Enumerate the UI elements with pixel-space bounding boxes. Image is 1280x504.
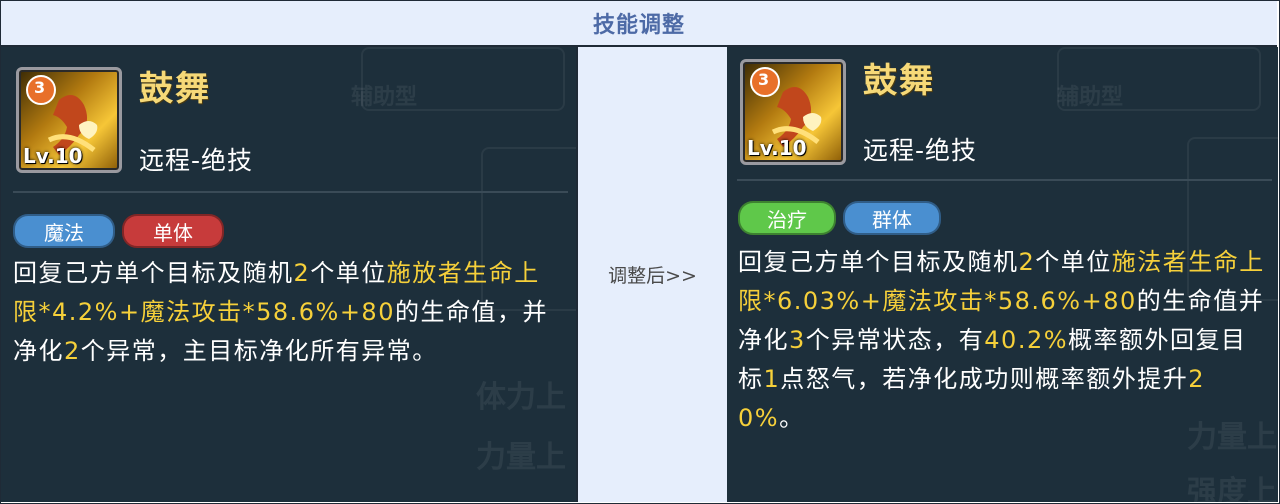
- section-header: 技能调整: [1, 1, 1277, 47]
- section-title: 技能调整: [592, 13, 685, 38]
- desc-text: 个异常，主目标净化所有异常。: [80, 337, 438, 365]
- desc-highlight: 2: [293, 259, 311, 287]
- desc-highlight: 40.2%: [984, 326, 1069, 354]
- desc-text: 点怒气，若净化成功则概率额外提升: [780, 365, 1189, 393]
- tag-heal: 治疗: [738, 201, 836, 235]
- skill-card-before: 辅助型 体力上 力量上 Lv.10 3 鼓舞 远程-绝技 魔法 单体 回复己方单…: [1, 47, 576, 502]
- tag-group: 群体: [843, 201, 941, 235]
- skill-badge: 3: [758, 70, 770, 89]
- skill-type: 远程-绝技: [863, 136, 978, 165]
- skill-icon[interactable]: Lv.10 3: [740, 59, 846, 165]
- skill-name: 鼓舞: [139, 69, 211, 109]
- desc-text: 回复己方单个目标及随机: [738, 248, 1019, 276]
- skill-type: 远程-绝技: [139, 146, 254, 175]
- skill-icon[interactable]: Lv.10 3: [16, 67, 122, 173]
- divider-line: [737, 179, 1272, 181]
- adjusted-label: 调整后>>: [608, 265, 697, 287]
- desc-highlight: 1: [763, 365, 781, 393]
- skill-level: Lv.10: [23, 144, 83, 168]
- skill-badge: 3: [34, 78, 46, 97]
- tag-single-target: 单体: [122, 214, 224, 248]
- adjust-arrow-label: 调整后>>: [576, 47, 729, 502]
- skill-name: 鼓舞: [863, 61, 935, 101]
- skill-description: 回复己方单个目标及随机2个单位施法者生命上限*6.03%+魔法攻击*58.6%+…: [738, 243, 1268, 438]
- desc-highlight: 2: [1018, 248, 1036, 276]
- skill-level: Lv.10: [747, 136, 807, 160]
- skill-card-after: 辅助型 力量上 强度上 Lv.10 3 鼓舞 远程-绝技 治疗 群体 回复己方单…: [727, 47, 1278, 502]
- desc-highlight: 3: [789, 326, 806, 354]
- tag-magic: 魔法: [13, 214, 115, 248]
- divider-line: [13, 191, 568, 193]
- bg-ghost-text: 强度上: [1187, 475, 1277, 502]
- desc-highlight: 2: [64, 337, 81, 365]
- bg-ghost-text: 辅助型: [1057, 85, 1124, 110]
- desc-text: 个异常状态，有: [805, 326, 985, 354]
- bg-ghost-text: 辅助型: [351, 85, 418, 110]
- desc-text: 个单位: [310, 259, 387, 287]
- bg-ghost-text: 体力上: [476, 380, 566, 415]
- desc-text: 个单位: [1035, 248, 1112, 276]
- bg-ghost-text: 力量上: [476, 440, 566, 475]
- skill-description: 回复己方单个目标及随机2个单位施放者生命上限*4.2%+魔法攻击*58.6%+8…: [13, 254, 565, 371]
- desc-text: 回复己方单个目标及随机: [13, 259, 294, 287]
- desc-text: 。: [779, 404, 805, 432]
